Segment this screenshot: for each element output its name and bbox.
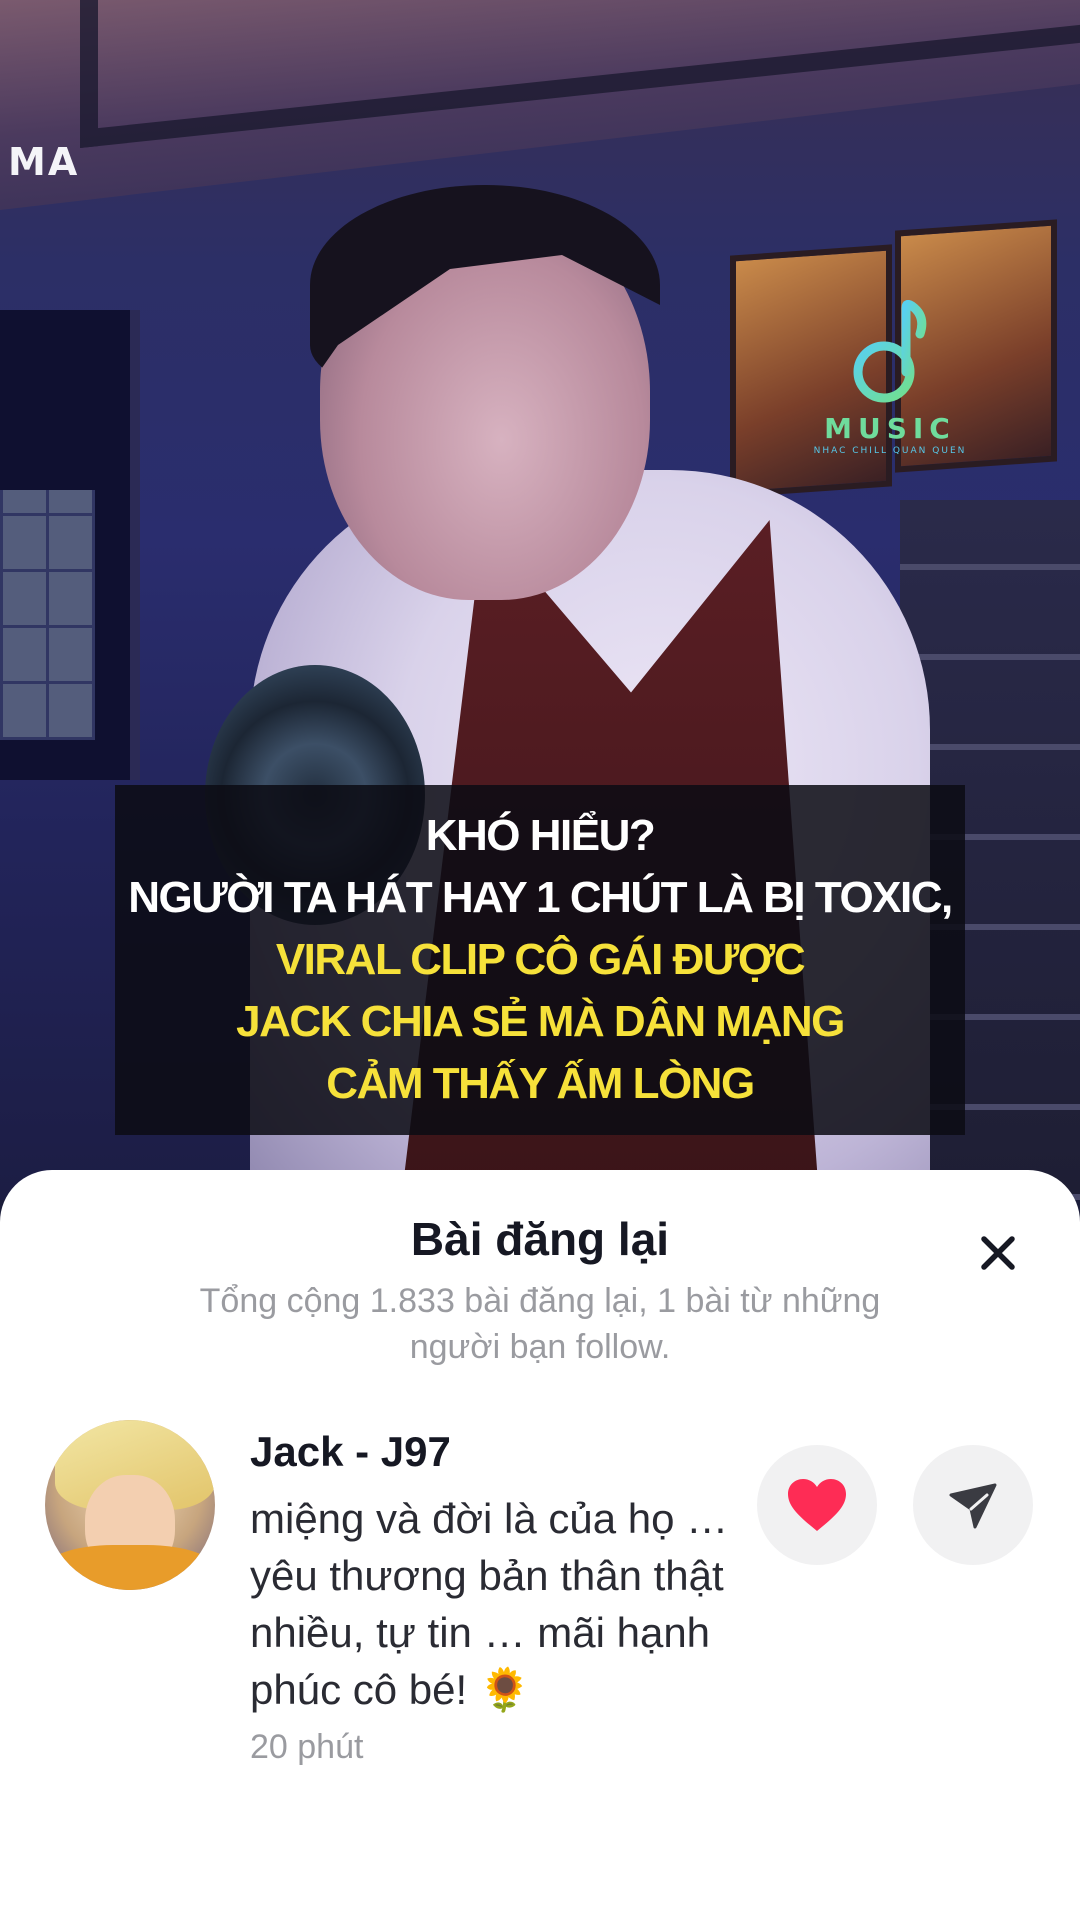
repost-timestamp: 20 phút	[250, 1728, 364, 1766]
music-logo: MUSIC NHAC CHILL QUAN QUEN	[800, 300, 980, 470]
reposts-sheet: Bài đăng lại Tổng cộng 1.833 bài đăng lạ…	[0, 1170, 1080, 1920]
repost-username[interactable]: Jack - J97	[250, 1428, 451, 1476]
avatar-sweater	[45, 1545, 215, 1590]
avatar[interactable]	[45, 1420, 215, 1590]
caption-line: CẢM THẤY ẤM LÒNG	[326, 1059, 755, 1108]
video-frame[interactable]: MA MUSIC NHAC CHILL QUAN QUEN KHÓ HIỂU? …	[0, 0, 1080, 1200]
close-button[interactable]	[970, 1225, 1026, 1281]
caption-line: KHÓ HIỂU?	[425, 811, 656, 860]
corner-watermark: MA	[8, 140, 80, 184]
close-icon	[981, 1236, 1015, 1270]
caption-line: VIRAL CLIP CÔ GÁI ĐƯỢC	[275, 935, 806, 984]
like-button[interactable]	[757, 1445, 877, 1565]
heart-icon	[788, 1479, 846, 1531]
caption-line: NGƯỜI TA HÁT HAY 1 CHÚT LÀ BỊ TOXIC,	[128, 873, 953, 922]
logo-tagline: NHAC CHILL QUAN QUEN	[813, 446, 967, 456]
repost-count-summary: Tổng cộng 1.833 bài đăng lại, 1 bài từ n…	[199, 1282, 881, 1366]
send-button[interactable]	[913, 1445, 1033, 1565]
caption-line: JACK CHIA SẺ MÀ DÂN MẠNG	[236, 997, 845, 1046]
send-icon	[949, 1483, 997, 1529]
logo-wordmark: MUSIC	[824, 412, 956, 445]
repost-item: Jack - J97 miệng và đời là của họ … yêu …	[0, 1420, 1080, 1780]
window-lattice	[0, 490, 95, 740]
music-note-icon	[853, 300, 927, 403]
video-caption: KHÓ HIỂU? NGƯỜI TA HÁT HAY 1 CHÚT LÀ BỊ …	[115, 785, 965, 1135]
repost-text: miệng và đời là của họ … yêu thương bản …	[250, 1495, 729, 1713]
sheet-title: Bài đăng lại	[410, 1213, 670, 1265]
